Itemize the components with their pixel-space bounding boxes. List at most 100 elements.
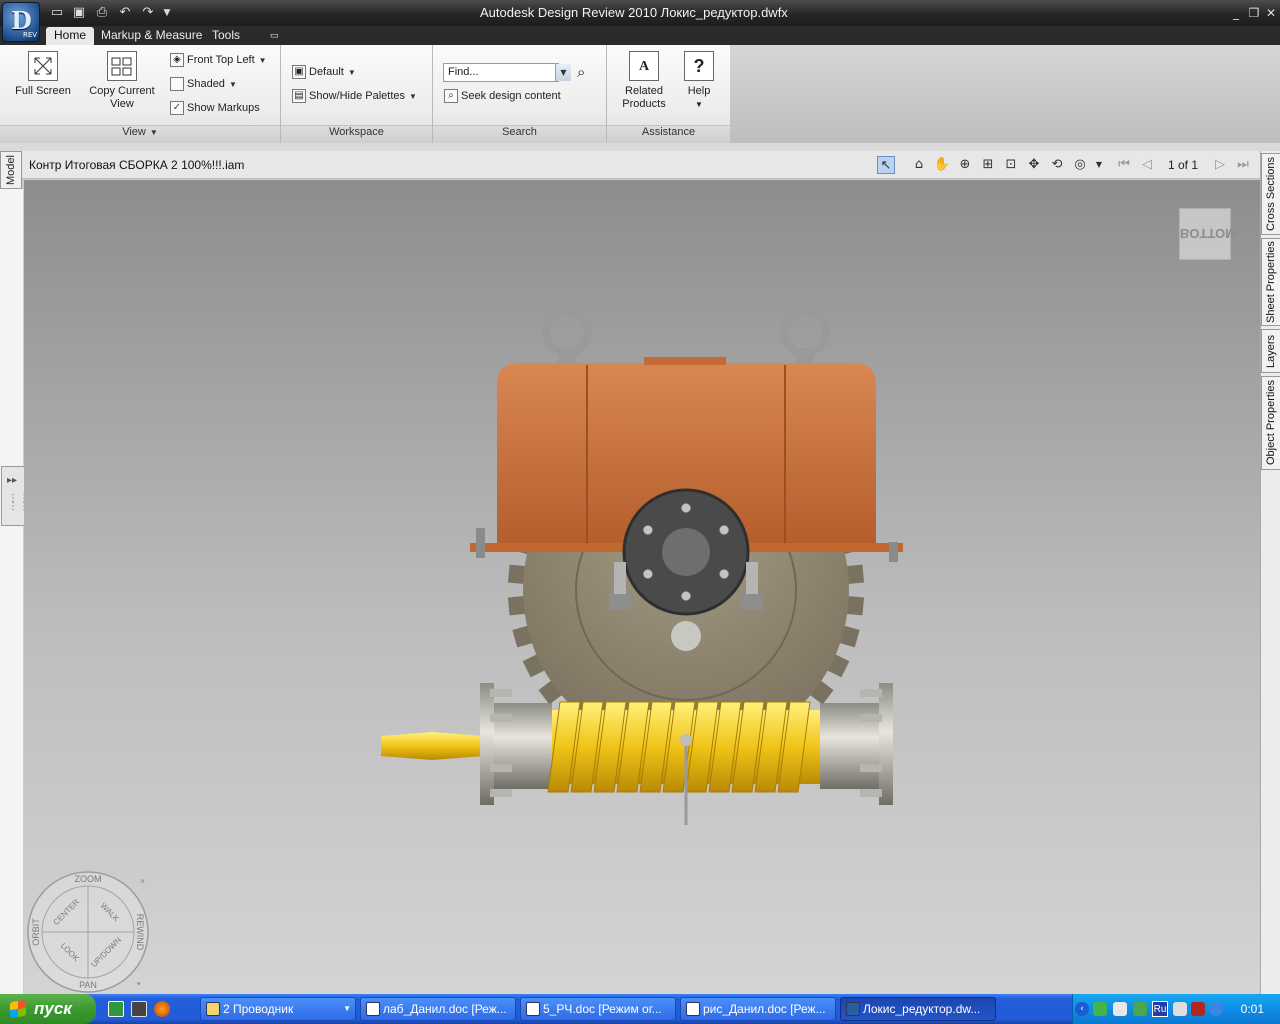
word-doc-icon	[366, 1002, 380, 1016]
turntable-icon[interactable]: ⟲	[1048, 156, 1066, 174]
related-label-2: Products	[622, 98, 666, 110]
firefox-icon[interactable]	[154, 1001, 170, 1017]
bearing-right	[820, 683, 893, 805]
wheel-zoom[interactable]: ZOOM	[75, 874, 102, 884]
home-icon[interactable]: ⌂	[910, 156, 928, 174]
next-page-icon[interactable]: ▷	[1211, 156, 1229, 174]
binoculars-icon[interactable]: ⌕	[577, 63, 597, 83]
expand-arrows-icon: ▸▸	[7, 475, 18, 486]
task-label: 2 Проводник	[223, 1002, 294, 1016]
workspace-label: Default	[309, 66, 344, 78]
task-design-review[interactable]: Локис_редуктор.dw...	[840, 997, 996, 1021]
print-icon[interactable]: ⎙	[93, 4, 111, 22]
tab-object-properties[interactable]: Object Properties	[1261, 376, 1280, 470]
view-orientation-dropdown[interactable]: ◈ Front Top Left ▼	[170, 50, 267, 70]
taskbar: пуск 2 Проводник ▼ лаб_Данил.doc [Реж... …	[0, 994, 1280, 1024]
tab-markup-measure[interactable]: Markup & Measure	[93, 27, 210, 45]
tray-antivirus-icon[interactable]	[1191, 1002, 1205, 1016]
quicklaunch-app-icon[interactable]	[108, 1001, 124, 1017]
show-markups-checkbox[interactable]: ✓ Show Markups	[170, 98, 260, 118]
tray-app-icon[interactable]	[1133, 1002, 1147, 1016]
full-screen-button[interactable]: Full Screen	[10, 51, 76, 98]
zoom-icon[interactable]: ⊕	[956, 156, 974, 174]
wheel-rewind[interactable]: REWIND	[135, 914, 145, 951]
chevron-down-icon: ▼	[347, 68, 356, 77]
task-word-1[interactable]: лаб_Данил.doc [Реж...	[360, 997, 516, 1021]
fit-to-window-icon[interactable]: ⊡	[1002, 156, 1020, 174]
navigation-wheel[interactable]: ZOOM PAN ORBIT REWIND CENTER WALK LOOK U…	[26, 870, 150, 994]
system-tray: ‹ Ru 0:01	[1072, 994, 1280, 1024]
wheel-orbit[interactable]: ORBIT	[31, 918, 41, 946]
task-word-2[interactable]: 5_РЧ.doc [Режим ог...	[520, 997, 676, 1021]
quick-access-menu-icon[interactable]: ▼	[158, 4, 176, 22]
last-page-icon[interactable]: ⏭	[1234, 156, 1252, 174]
ribbon-minimize-icon[interactable]: ▭	[262, 27, 287, 45]
previous-page-icon[interactable]: ◁	[1138, 156, 1156, 174]
chevron-down-icon: ▼	[409, 92, 417, 101]
copy-current-view-button[interactable]: Copy Current View	[86, 51, 158, 111]
wheel-pan[interactable]: PAN	[79, 980, 97, 990]
show-hide-palettes-label: Show/Hide Palettes	[309, 90, 405, 102]
open-icon[interactable]: ▭	[48, 4, 66, 22]
chevron-down-icon[interactable]: ▼	[1090, 156, 1108, 174]
tray-icon[interactable]	[1209, 1002, 1223, 1016]
application-menu-button[interactable]: D REV	[2, 2, 40, 42]
tab-model[interactable]: Model	[0, 151, 22, 189]
tab-layers[interactable]: Layers	[1261, 329, 1280, 373]
wheel-menu-icon[interactable]: ▾	[137, 981, 141, 988]
view-panel: Full Screen Copy Current View ◈ Front Top…	[0, 45, 281, 143]
shaded-icon	[170, 77, 184, 92]
task-explorer[interactable]: 2 Проводник ▼	[200, 997, 356, 1021]
title-bar: ▭ ▣ ⎙ ↶ ↷ ▼ Autodesk Design Review 2010 …	[0, 0, 1280, 26]
tray-icon[interactable]	[1173, 1002, 1187, 1016]
chevron-down-icon: ▼	[343, 1004, 351, 1013]
gear-hole	[671, 621, 701, 651]
language-indicator[interactable]: Ru	[1152, 1001, 1168, 1017]
tab-sheet-properties[interactable]: Sheet Properties	[1261, 238, 1280, 326]
wheel-close-icon[interactable]: ×	[140, 876, 145, 886]
chevron-down-icon: ▼	[695, 100, 703, 109]
restore-button[interactable]: ❐	[1246, 5, 1262, 21]
find-dropdown-icon[interactable]: ▼	[555, 64, 571, 81]
close-button[interactable]: ✕	[1263, 5, 1279, 21]
related-products-icon: A	[629, 51, 659, 81]
input-shaft	[381, 732, 484, 760]
show-hide-palettes-dropdown[interactable]: ▤ Show/Hide Palettes ▼	[292, 86, 417, 106]
checkbox-checked-icon: ✓	[170, 101, 184, 116]
first-page-icon[interactable]: ⏮	[1115, 156, 1133, 174]
tab-cross-sections[interactable]: Cross Sections	[1261, 153, 1280, 235]
tray-expand-icon[interactable]: ‹	[1075, 1002, 1089, 1016]
tray-volume-icon[interactable]	[1113, 1002, 1127, 1016]
windows-logo-icon	[10, 999, 26, 1019]
copy-view-label-1: Copy Current	[89, 85, 155, 97]
save-icon[interactable]: ▣	[70, 4, 88, 22]
zoom-rectangle-icon[interactable]: ⊞	[979, 156, 997, 174]
pan-icon[interactable]: ✋	[933, 156, 951, 174]
select-icon[interactable]: ↖	[877, 156, 895, 174]
undo-icon[interactable]: ↶	[116, 4, 134, 22]
dipstick-cap	[680, 734, 692, 746]
minimize-button[interactable]: _	[1228, 5, 1244, 21]
3d-viewport[interactable]: BOTTOM ZOOM PAN ORBIT REWIND CENTER WALK…	[24, 180, 1260, 994]
help-button[interactable]: ? Help ▼	[679, 51, 719, 111]
tab-home[interactable]: Home	[46, 27, 95, 45]
steering-wheel-icon[interactable]: ◎	[1071, 156, 1089, 174]
orbit-icon[interactable]: ✥	[1025, 156, 1043, 174]
workspace-dropdown[interactable]: ▣ Default ▼	[292, 62, 356, 82]
shading-dropdown[interactable]: Shaded ▼	[170, 74, 237, 94]
ribbon-divider	[0, 143, 1280, 151]
full-screen-icon	[28, 51, 58, 81]
seek-design-content-button[interactable]: ⌕ Seek design content	[444, 86, 561, 106]
find-input[interactable]: Find...	[443, 63, 559, 82]
view-panel-title[interactable]: View ▼	[0, 125, 280, 143]
related-products-button[interactable]: A Related Products	[613, 51, 675, 111]
tray-network-icon[interactable]	[1093, 1002, 1107, 1016]
redo-icon[interactable]: ↷	[139, 4, 157, 22]
tab-tools[interactable]: Tools	[204, 27, 248, 45]
task-word-3[interactable]: рис_Данил.doc [Реж...	[680, 997, 836, 1021]
chevron-down-icon: ▼	[149, 128, 158, 137]
start-button[interactable]: пуск	[0, 994, 96, 1024]
quicklaunch-media-icon[interactable]	[131, 1001, 147, 1017]
ribbon-tab-bar: Home Markup & Measure Tools ▭	[0, 26, 1280, 45]
word-doc-icon	[686, 1002, 700, 1016]
